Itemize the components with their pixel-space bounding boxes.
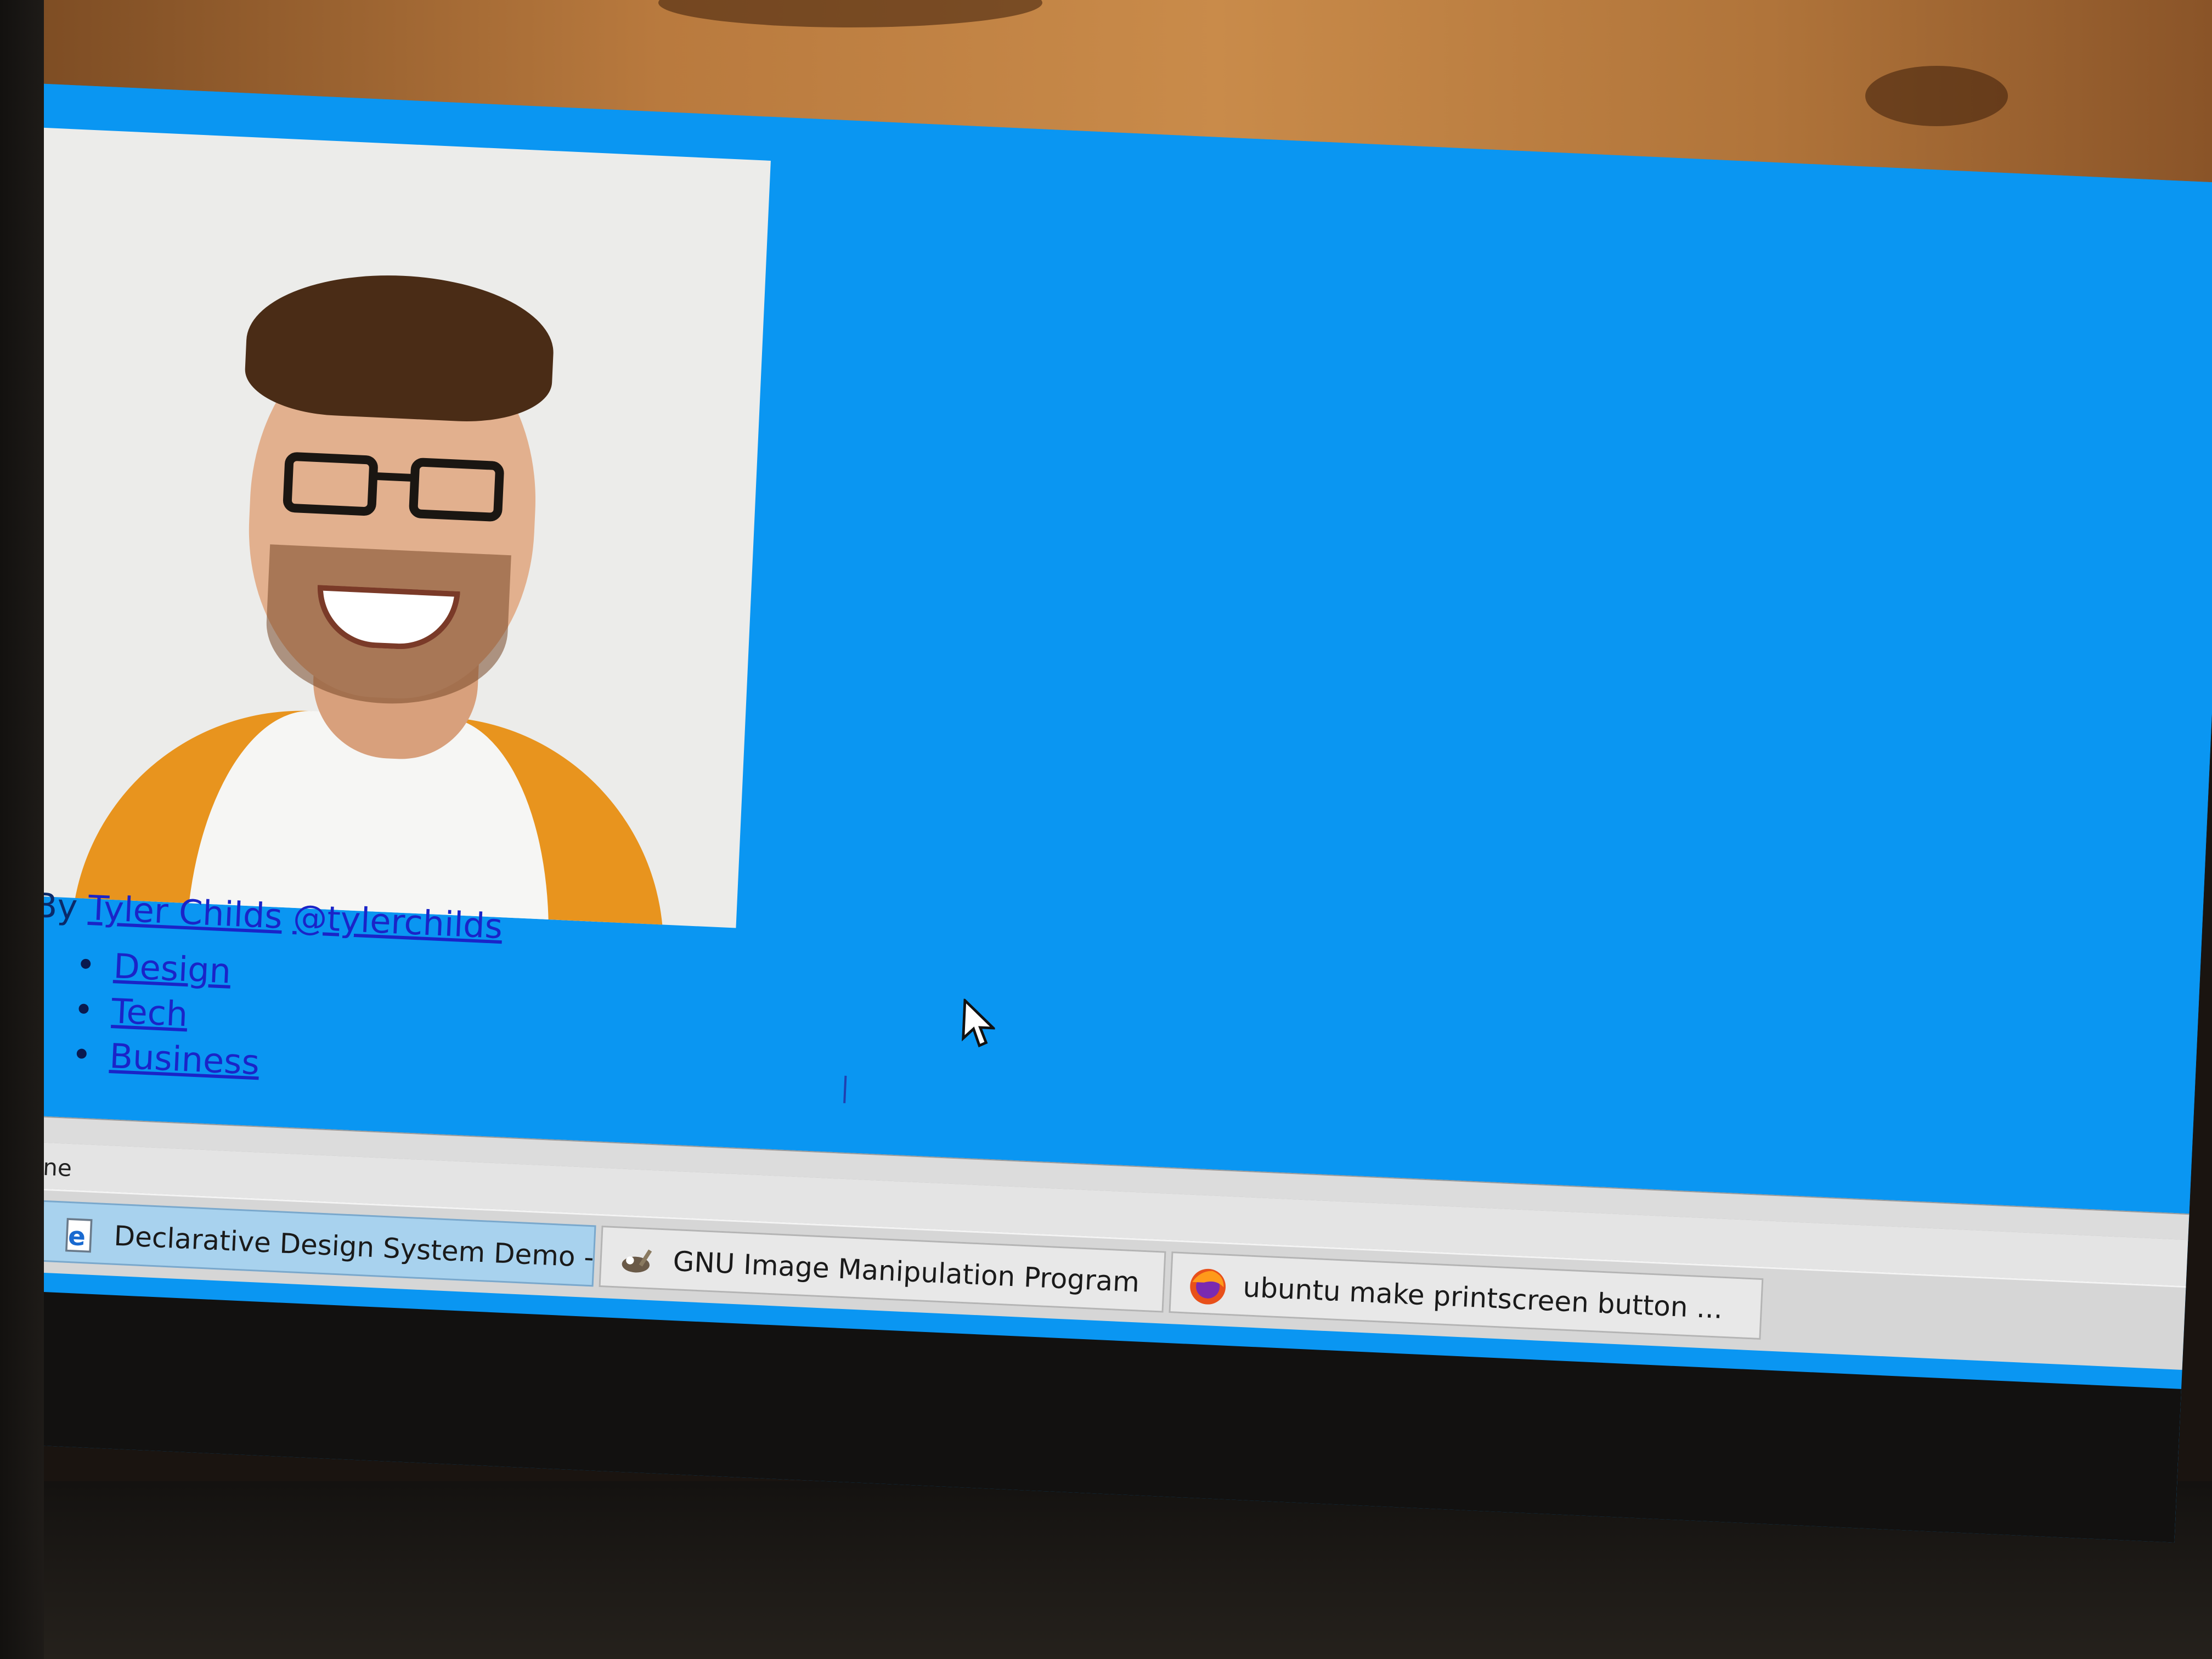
text-caret bbox=[843, 1075, 847, 1103]
nav-item-business: Business bbox=[76, 1032, 261, 1085]
author-photo bbox=[0, 127, 771, 928]
laptop-screen: By Tyler Childs @tylerchilds Design Tech… bbox=[0, 82, 2212, 1543]
taskbar-item-label: Declarative Design System Demo -... bbox=[113, 1220, 596, 1275]
photo-scene: By Tyler Childs @tylerchilds Design Tech… bbox=[0, 0, 2212, 1659]
category-nav: Design Tech Business bbox=[76, 942, 264, 1085]
photo-glasses-right bbox=[408, 457, 505, 522]
nav-item-tech: Tech bbox=[78, 987, 263, 1040]
photo-hair bbox=[243, 269, 557, 426]
taskbar-item-label: ubuntu make printscreen button ... bbox=[1242, 1271, 1724, 1325]
taskbar-item-firefox[interactable]: ubuntu make printscreen button ... bbox=[1169, 1251, 1764, 1340]
browser-content: By Tyler Childs @tylerchilds Design Tech… bbox=[0, 82, 2212, 1225]
internet-explorer-icon: e bbox=[65, 1218, 93, 1253]
gimp-icon bbox=[622, 1249, 652, 1273]
svg-text:e: e bbox=[67, 1222, 86, 1252]
nav-link-tech[interactable]: Tech bbox=[111, 991, 189, 1034]
firefox-icon bbox=[1190, 1268, 1226, 1305]
nav-link-business[interactable]: Business bbox=[109, 1036, 260, 1082]
taskbar-item-gimp[interactable]: GNU Image Manipulation Program bbox=[599, 1225, 1166, 1313]
nav-item-design: Design bbox=[80, 942, 264, 995]
author-name-link[interactable]: Tyler Childs bbox=[87, 888, 283, 936]
nav-link-design[interactable]: Design bbox=[112, 946, 232, 991]
bullet-icon bbox=[78, 1003, 89, 1014]
laptop-side-edge bbox=[0, 0, 44, 1659]
bullet-icon bbox=[80, 958, 91, 969]
taskbar-item-ie[interactable]: e Declarative Design System Demo -... bbox=[40, 1200, 596, 1287]
taskbar-item-label: GNU Image Manipulation Program bbox=[672, 1245, 1141, 1299]
bullet-icon bbox=[76, 1048, 87, 1059]
photo-glasses-left bbox=[282, 452, 379, 516]
mouse-pointer-icon bbox=[962, 998, 996, 1048]
